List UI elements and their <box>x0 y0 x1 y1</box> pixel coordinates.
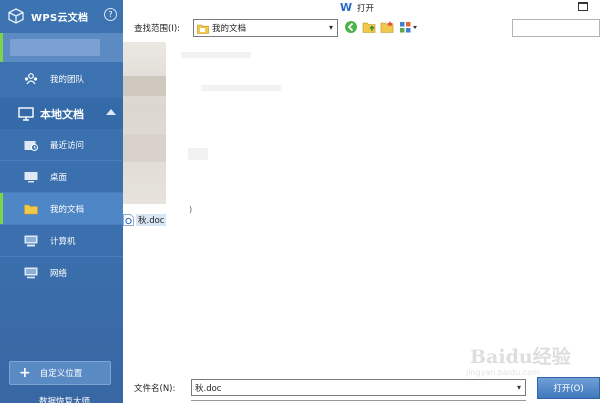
baidu-watermark: Baidu经验 jingyan.baidu.com <box>462 336 600 398</box>
selected-marker <box>0 33 3 62</box>
sidebar-item-my-documents[interactable]: 我的文档 <box>0 193 123 224</box>
search-input[interactable] <box>512 19 600 37</box>
app-title: WPS云文档 <box>31 12 89 24</box>
app-header: WPS云文档 ? <box>8 6 120 26</box>
cube-logo-icon <box>8 8 24 24</box>
stray-text: ) <box>189 205 193 214</box>
local-docs-section-header[interactable]: 本地文档 <box>0 98 123 129</box>
wps-w-icon: W <box>340 1 353 14</box>
help-icon[interactable]: ? <box>104 8 117 21</box>
up-folder-icon[interactable] <box>362 20 376 34</box>
view-menu-icon[interactable] <box>399 20 419 34</box>
blurred-row <box>188 148 208 160</box>
computer-icon <box>24 234 38 248</box>
blurred-row <box>181 52 251 58</box>
maximize-icon[interactable] <box>578 2 588 11</box>
blurred-block <box>123 76 166 96</box>
recent-folder-icon <box>24 138 38 152</box>
look-in-label: 查找范围(I): <box>134 24 181 34</box>
file-name: 秋.doc <box>136 214 167 226</box>
team-icon <box>24 72 38 86</box>
new-folder-icon[interactable] <box>380 20 394 34</box>
local-docs-label: 本地文档 <box>40 107 84 121</box>
custom-location-button[interactable]: + 自定义位置 <box>9 361 111 385</box>
collapse-icon[interactable] <box>106 109 116 115</box>
data-recovery-button[interactable]: 数据恢复大师 <box>9 394 111 408</box>
file-name-value: 秋.doc <box>195 383 222 394</box>
sidebar-item-label: 桌面 <box>50 172 68 183</box>
sidebar-item-team[interactable]: 我的团队 <box>0 63 123 94</box>
sidebar-item-network[interactable]: 网络 <box>0 257 123 288</box>
doc-file-icon <box>123 214 134 226</box>
file-name-label: 文件名(N): <box>134 384 176 394</box>
file-list[interactable]: ) 秋.doc <box>123 42 600 369</box>
watermark-url: jingyan.baidu.com <box>466 368 540 377</box>
documents-folder-icon <box>197 24 209 34</box>
avatar <box>10 39 100 56</box>
watermark-text: Baidu经验 <box>470 346 571 368</box>
network-icon <box>24 266 38 280</box>
sidebar-item-recent[interactable]: 最近访问 <box>0 129 123 160</box>
sidebar-item-label: 网络 <box>50 268 68 279</box>
sidebar: WPS云文档 ? 我的团队 本地文档 最近访问 桌面 我的文档 计算机 网络 +… <box>0 0 123 407</box>
back-icon[interactable] <box>344 20 358 34</box>
dialog-titlebar: W 打开 <box>123 0 600 14</box>
sidebar-item-label: 我的团队 <box>50 74 85 85</box>
folder-icon <box>24 202 38 216</box>
user-account-box[interactable] <box>0 33 123 62</box>
sidebar-item-label: 计算机 <box>50 236 76 247</box>
selected-marker <box>0 193 3 224</box>
list-item[interactable]: 秋.doc <box>123 214 167 226</box>
custom-location-label: 自定义位置 <box>39 369 83 379</box>
plus-icon: + <box>19 365 31 381</box>
monitor-icon <box>18 106 34 121</box>
sidebar-item-label: 我的文档 <box>50 204 85 215</box>
dialog-title: 打开 <box>357 4 375 14</box>
sidebar-item-label: 最近访问 <box>50 140 85 151</box>
blurred-row <box>201 85 281 91</box>
data-recovery-label: 数据恢复大师 <box>39 397 91 407</box>
sidebar-item-computer[interactable]: 计算机 <box>0 225 123 256</box>
sidebar-item-desktop[interactable]: 桌面 <box>0 161 123 192</box>
chevron-down-icon[interactable]: ▾ <box>329 23 333 32</box>
desktop-icon <box>24 170 38 184</box>
blurred-block <box>123 134 166 162</box>
look-in-value: 我的文档 <box>212 24 247 34</box>
blurred-region <box>123 42 166 204</box>
look-in-select[interactable]: 我的文档 ▾ <box>193 19 338 37</box>
